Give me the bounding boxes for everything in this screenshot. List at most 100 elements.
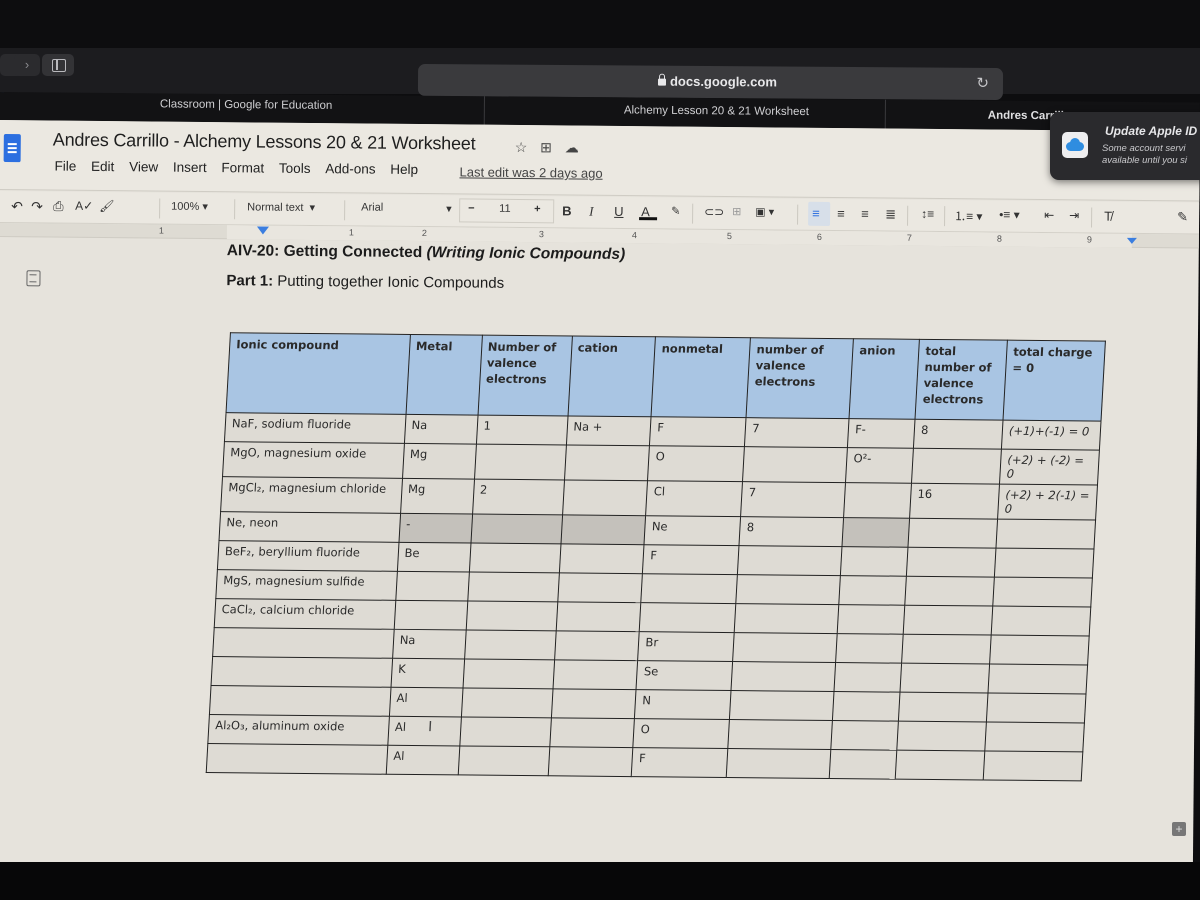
table-cell[interactable]	[904, 576, 995, 607]
menu-addons[interactable]: Add-ons	[325, 161, 375, 176]
redo-icon[interactable]: ↷	[31, 198, 43, 215]
table-cell[interactable]	[840, 546, 909, 577]
justify-icon[interactable]: ≣	[885, 207, 896, 223]
table-cell[interactable]	[547, 746, 634, 777]
table-cell[interactable]	[986, 693, 1086, 723]
table-cell[interactable]	[395, 571, 469, 602]
menu-tools[interactable]: Tools	[279, 161, 311, 176]
table-cell[interactable]	[211, 656, 393, 688]
table-cell[interactable]	[992, 577, 1093, 607]
table-cell[interactable]: K	[390, 658, 465, 688]
table-cell[interactable]: 7	[744, 417, 850, 448]
align-right-icon[interactable]: ≡	[861, 206, 869, 221]
table-cell[interactable]: 16	[909, 483, 1000, 520]
table-cell[interactable]	[829, 749, 897, 780]
table-cell[interactable]	[734, 603, 840, 634]
table-cell[interactable]: CaCl₂, calcium chloride	[214, 598, 396, 630]
table-cell[interactable]: MgCl₂, magnesium chloride	[220, 476, 403, 514]
bold-button[interactable]: B	[562, 203, 572, 218]
last-edit-link[interactable]: Last edit was 2 days ago	[459, 164, 602, 180]
table-cell[interactable]: Se	[636, 660, 733, 691]
table-cell[interactable]	[996, 519, 1096, 550]
table-cell[interactable]: 2	[472, 479, 565, 515]
table-cell[interactable]	[835, 633, 904, 664]
table-cell[interactable]	[560, 514, 646, 545]
increase-font-button[interactable]: +	[534, 203, 541, 215]
align-left-icon[interactable]: ≡	[812, 206, 820, 221]
table-cell[interactable]	[641, 573, 738, 604]
table-cell[interactable]	[839, 575, 907, 606]
undo-icon[interactable]: ↶	[11, 198, 23, 215]
table-cell[interactable]	[474, 444, 566, 480]
table-cell[interactable]	[742, 446, 848, 483]
docs-logo-icon[interactable]	[3, 134, 21, 163]
table-cell[interactable]	[564, 444, 650, 481]
table-cell[interactable]	[842, 517, 910, 548]
table-cell[interactable]	[837, 604, 905, 635]
table-cell[interactable]	[737, 545, 843, 576]
table-cell[interactable]: Al	[385, 745, 460, 775]
table-cell[interactable]: F-	[847, 418, 916, 449]
style-select[interactable]: Normal text ▾	[247, 200, 315, 214]
table-cell[interactable]: 8	[913, 419, 1004, 450]
menu-view[interactable]: View	[129, 159, 158, 174]
print-icon[interactable]: ⎙	[53, 199, 64, 215]
table-cell[interactable]: Mg	[400, 478, 475, 515]
star-icon[interactable]: ☆	[515, 139, 528, 155]
table-cell[interactable]	[895, 750, 985, 780]
cloud-status-icon[interactable]: ☁	[565, 139, 579, 155]
zoom-select[interactable]: 100% ▾	[171, 200, 208, 213]
table-cell[interactable]	[393, 600, 468, 630]
table-cell[interactable]	[209, 685, 391, 717]
table-cell[interactable]: O	[647, 445, 745, 482]
table-cell[interactable]	[562, 479, 648, 516]
menu-file[interactable]: File	[54, 159, 76, 174]
link-icon[interactable]: ⊂⊃	[704, 205, 724, 219]
table-cell[interactable]: O²-	[845, 447, 914, 484]
line-spacing-icon[interactable]: ↕≡	[921, 207, 934, 221]
table-cell[interactable]	[639, 602, 737, 633]
menu-help[interactable]: Help	[390, 162, 418, 177]
table-cell[interactable]: 7	[740, 481, 846, 518]
table-cell[interactable]: 1	[476, 415, 568, 445]
table-cell[interactable]	[212, 627, 394, 659]
move-folder-icon[interactable]: ⊞	[540, 139, 552, 155]
image-icon[interactable]: ▣ ▾	[755, 205, 774, 218]
table-cell[interactable]	[911, 448, 1002, 485]
table-cell[interactable]: F	[631, 747, 729, 778]
align-center-icon[interactable]: ≡	[837, 206, 845, 221]
editing-mode-icon[interactable]: ✎	[1177, 209, 1188, 225]
font-size-input[interactable]: 11	[499, 203, 511, 215]
right-indent-handle[interactable]	[1126, 237, 1137, 244]
clear-formatting-icon[interactable]: T̸	[1104, 209, 1112, 224]
table-cell[interactable]	[549, 717, 635, 748]
table-cell[interactable]	[834, 662, 902, 693]
comment-icon[interactable]: ⊞	[732, 205, 741, 218]
table-cell[interactable]	[555, 601, 642, 632]
document-outline-icon[interactable]	[26, 270, 41, 287]
table-cell[interactable]: (+2) + (-2) = 0	[999, 449, 1100, 486]
table-cell[interactable]	[903, 605, 993, 636]
table-cell[interactable]: Na	[392, 629, 466, 659]
table-cell[interactable]: F	[642, 544, 740, 575]
reload-icon[interactable]: ↻	[976, 74, 989, 92]
table-cell[interactable]	[900, 663, 990, 694]
table-cell[interactable]	[991, 606, 1091, 636]
table-cell[interactable]	[989, 635, 1090, 665]
table-cell[interactable]: Na	[404, 414, 478, 445]
table-cell[interactable]	[983, 750, 1083, 781]
highlight-icon[interactable]: ✎	[671, 204, 680, 217]
table-cell[interactable]	[206, 743, 388, 775]
table-cell[interactable]: Al	[389, 687, 463, 717]
decrease-indent-icon[interactable]: ⇤	[1044, 208, 1054, 222]
table-cell[interactable]	[908, 518, 998, 549]
table-cell[interactable]	[898, 692, 989, 722]
table-cell[interactable]	[831, 720, 899, 751]
table-cell[interactable]	[550, 688, 637, 719]
spellcheck-icon[interactable]: A✓	[75, 199, 93, 213]
table-cell[interactable]	[896, 721, 987, 751]
menu-format[interactable]: Format	[221, 160, 264, 175]
table-cell[interactable]	[843, 482, 912, 519]
table-cell[interactable]	[736, 574, 841, 605]
table-cell[interactable]	[984, 721, 1085, 752]
